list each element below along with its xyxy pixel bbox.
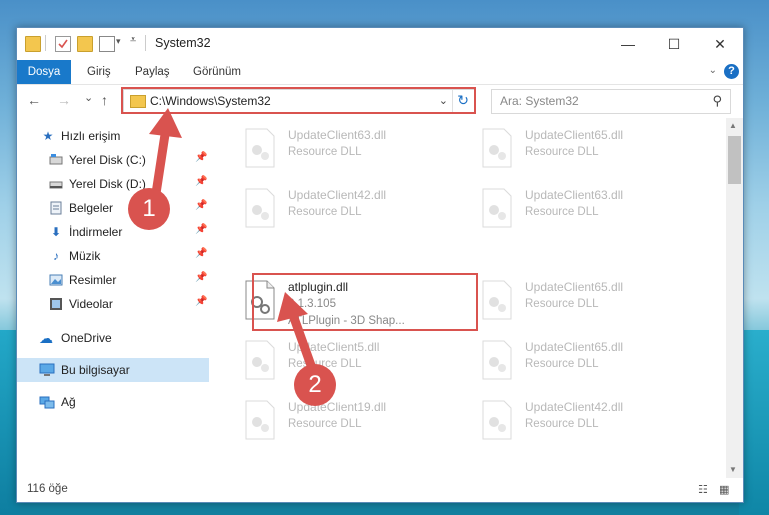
step-badge-1: 1	[128, 188, 170, 230]
step-badge-2: 2	[294, 364, 336, 406]
annotation-arrows	[149, 108, 323, 390]
